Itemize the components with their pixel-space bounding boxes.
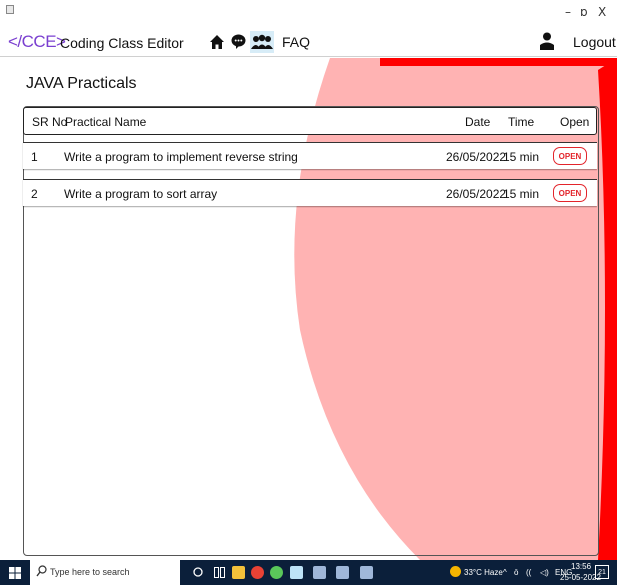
chat-icon[interactable] xyxy=(231,31,246,53)
tray-chevron-icon[interactable]: ^ xyxy=(503,568,507,577)
minimize-button[interactable]: – xyxy=(565,5,571,19)
logo[interactable]: </CCE> xyxy=(8,32,66,52)
weather-icon[interactable] xyxy=(450,566,461,577)
cortana-icon[interactable] xyxy=(193,567,203,580)
row-sr: 2 xyxy=(31,187,38,201)
column-header-sr: SR No xyxy=(32,115,68,129)
network-icon[interactable]: ō xyxy=(514,568,518,577)
java-app-icon-2[interactable] xyxy=(336,566,349,579)
column-header-open: Open xyxy=(560,115,590,129)
volume-icon[interactable]: (( xyxy=(526,568,531,577)
table-row: 2 Write a program to sort array 26/05/20… xyxy=(23,179,597,206)
open-button[interactable]: OPEN xyxy=(553,184,587,202)
user-icon[interactable] xyxy=(540,32,554,55)
java-app-icon-1[interactable] xyxy=(313,566,326,579)
weather-text[interactable]: 33°C Haze xyxy=(464,568,503,577)
windows-taskbar: Type here to search 33°C Haze ^ ō (( ◁) … xyxy=(0,560,617,585)
clock-time[interactable]: 13:56 xyxy=(571,562,591,571)
table-row: 1 Write a program to implement reverse s… xyxy=(23,142,597,169)
row-practical-name: Write a program to implement reverse str… xyxy=(64,150,298,164)
home-icon[interactable] xyxy=(209,31,225,53)
taskbar-search-box[interactable]: Type here to search xyxy=(30,560,180,585)
row-time: 15 min xyxy=(503,150,540,164)
row-date: 26/05/2022 xyxy=(446,187,507,201)
app-window-icon xyxy=(6,5,14,14)
task-view-icon[interactable] xyxy=(214,567,225,581)
page-title: JAVA Practicals xyxy=(26,75,137,92)
notification-icon[interactable]: 21 xyxy=(595,565,609,579)
search-icon xyxy=(36,565,47,579)
column-header-time: Time xyxy=(508,115,535,129)
search-placeholder: Type here to search xyxy=(50,567,130,577)
app-header: </CCE> Coding Class Editor FAQ Logout xyxy=(0,27,617,57)
open-button[interactable]: OPEN xyxy=(553,147,587,165)
brand-name: Coding Class Editor xyxy=(60,35,184,51)
close-button[interactable]: X xyxy=(598,5,606,19)
row-sr: 1 xyxy=(31,150,38,164)
row-practical-name: Write a program to sort array xyxy=(64,187,218,201)
java-app-icon-3[interactable] xyxy=(360,566,373,579)
speaker-icon[interactable]: ◁) xyxy=(540,568,549,577)
table-header: SR No Practical Name Date Time Open xyxy=(23,107,597,135)
window-title-bar: – ɒ X xyxy=(0,0,617,26)
content-frame xyxy=(23,106,599,556)
row-time: 15 min xyxy=(503,187,540,201)
app-icon-feather[interactable] xyxy=(290,566,303,579)
restore-button[interactable]: ɒ xyxy=(580,5,588,19)
row-date: 26/05/2022 xyxy=(446,150,507,164)
file-explorer-icon[interactable] xyxy=(232,566,245,579)
app-icon-green[interactable] xyxy=(270,566,283,579)
chrome-icon[interactable] xyxy=(251,566,264,579)
windows-start-icon[interactable] xyxy=(9,567,21,582)
logout-button[interactable]: Logout xyxy=(573,34,616,50)
faq-link[interactable]: FAQ xyxy=(282,34,310,50)
group-icon[interactable] xyxy=(250,31,274,53)
column-header-date: Date xyxy=(465,115,491,129)
column-header-name: Practical Name xyxy=(65,115,147,129)
